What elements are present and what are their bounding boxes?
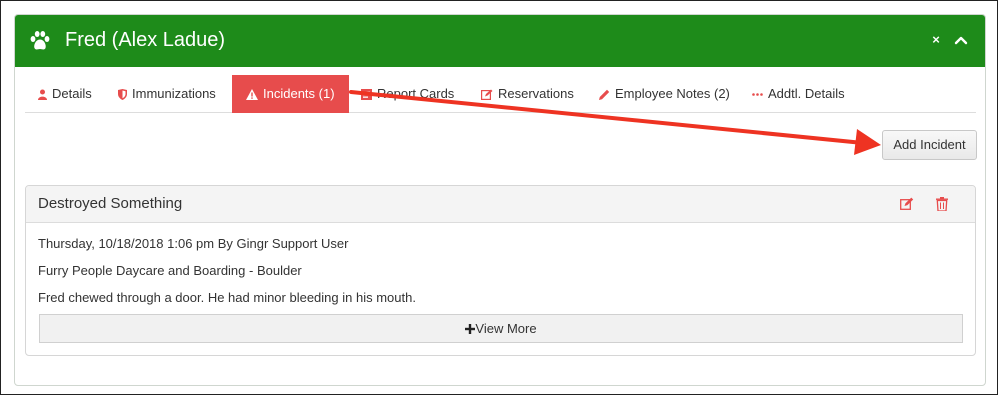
tab-bar: Details Immunizations Incidents (1) Repo…	[25, 75, 976, 113]
incident-card: Destroyed Something Thursday, 10/18/2018…	[25, 185, 976, 356]
tab-label: Addtl. Details	[768, 86, 845, 101]
dots-icon	[752, 93, 763, 96]
panel-header: Fred (Alex Ladue) ×	[15, 15, 985, 67]
pencil-icon	[599, 89, 610, 101]
trash-icon[interactable]	[936, 197, 948, 211]
tab-label: Report Cards	[377, 86, 455, 101]
chevron-up-icon[interactable]	[953, 29, 969, 51]
tab-label: Incidents (1)	[263, 86, 335, 101]
tab-immunizations[interactable]: Immunizations	[118, 75, 216, 113]
tab-incidents[interactable]: Incidents (1)	[232, 75, 349, 113]
tab-label: Employee Notes (2)	[615, 86, 730, 101]
incident-timestamp: Thursday, 10/18/2018 1:06 pm By Gingr Su…	[38, 236, 349, 251]
screenshot-frame: Fred (Alex Ladue) × Details Immunization…	[0, 0, 998, 395]
incident-location: Furry People Daycare and Boarding - Boul…	[38, 263, 302, 278]
view-more-label: View More	[475, 321, 537, 336]
view-more-button[interactable]: View More	[39, 314, 963, 343]
tab-employee-notes[interactable]: Employee Notes (2)	[599, 75, 730, 113]
tab-label: Immunizations	[132, 86, 216, 101]
close-icon[interactable]: ×	[929, 29, 943, 51]
incident-card-header: Destroyed Something	[26, 186, 975, 223]
plus-icon	[465, 324, 476, 334]
shield-icon	[118, 89, 127, 101]
paw-icon	[30, 31, 50, 50]
edit-icon[interactable]	[900, 197, 914, 211]
pet-panel: Fred (Alex Ladue) × Details Immunization…	[14, 14, 986, 386]
report-card-icon	[361, 89, 372, 101]
incident-description: Fred chewed through a door. He had minor…	[38, 290, 416, 305]
tab-reservations[interactable]: Reservations	[481, 75, 574, 113]
user-icon	[38, 89, 47, 101]
warning-icon	[246, 89, 258, 101]
tab-label: Details	[52, 86, 92, 101]
tab-details[interactable]: Details	[38, 75, 92, 113]
edit-icon	[481, 89, 493, 101]
pet-name-title: Fred (Alex Ladue)	[65, 29, 226, 51]
incident-title: Destroyed Something	[38, 195, 183, 212]
tab-report-cards[interactable]: Report Cards	[361, 75, 454, 113]
add-incident-button[interactable]: Add Incident	[882, 130, 977, 160]
tab-label: Reservations	[498, 86, 574, 101]
tab-addtl-details[interactable]: Addtl. Details	[752, 75, 845, 113]
